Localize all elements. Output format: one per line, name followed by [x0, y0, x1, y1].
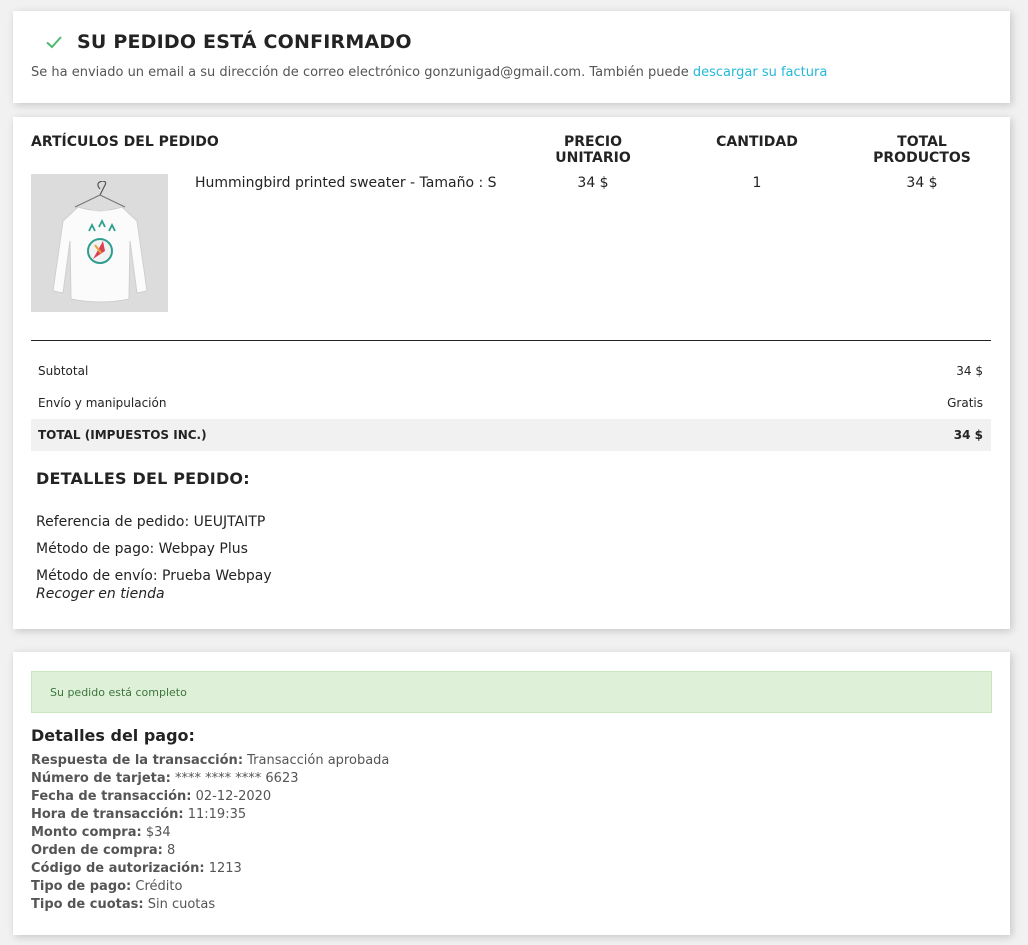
payment-field: Monto compra: $34: [31, 824, 389, 842]
product-thumbnail[interactable]: [31, 174, 168, 312]
payment-field-value: Crédito: [135, 879, 183, 894]
payment-method: Método de pago: Webpay Plus: [36, 541, 248, 557]
shipping-value: Gratis: [947, 396, 983, 410]
payment-field-label: Respuesta de la transacción:: [31, 753, 244, 768]
payment-field: Fecha de transacción: 02-12-2020: [31, 788, 389, 806]
table-divider: [31, 340, 991, 341]
check-icon: [46, 36, 62, 49]
payment-field-value: 8: [167, 843, 176, 858]
shipping-label: Envío y manipulación: [38, 396, 167, 410]
payment-field-value: 02-12-2020: [195, 789, 272, 804]
payment-field-label: Orden de compra:: [31, 843, 163, 858]
product-total: 34 $: [906, 175, 938, 191]
payment-field-value: 11:19:35: [187, 807, 247, 822]
payment-field-label: Fecha de transacción:: [31, 789, 192, 804]
confirmation-message-text: Se ha enviado un email a su dirección de…: [31, 65, 693, 80]
payment-field: Respuesta de la transacción: Transacción…: [31, 752, 389, 770]
shipping-row: Envío y manipulación Gratis: [31, 387, 991, 419]
payment-field: Orden de compra: 8: [31, 842, 389, 860]
payment-details-title: Detalles del pago:: [31, 726, 195, 745]
subtotal-row: Subtotal 34 $: [31, 355, 991, 387]
confirmation-header: SU PEDIDO ESTÁ CONFIRMADO: [44, 31, 412, 53]
confirmation-title: SU PEDIDO ESTÁ CONFIRMADO: [77, 31, 412, 53]
payment-field-label: Hora de transacción:: [31, 807, 184, 822]
payment-field-value: 1213: [208, 861, 242, 876]
product-name: Hummingbird printed sweater - Tamaño : S: [195, 175, 497, 191]
payment-field: Tipo de pago: Crédito: [31, 878, 389, 896]
shipping-method: Método de envío: Prueba Webpay: [36, 568, 272, 584]
subtotal-label: Subtotal: [38, 364, 89, 378]
payment-field: Tipo de cuotas: Sin cuotas: [31, 896, 389, 914]
payment-field-label: Código de autorización:: [31, 861, 205, 876]
payment-field-label: Monto compra:: [31, 825, 142, 840]
payment-field: Hora de transacción: 11:19:35: [31, 806, 389, 824]
header-total-products: TOTAL PRODUCTOS: [873, 134, 971, 166]
product-unit-price: 34 $: [577, 175, 609, 191]
payment-field-label: Tipo de cuotas:: [31, 897, 144, 912]
total-label: TOTAL (IMPUESTOS INC.): [38, 428, 207, 442]
total-value: 34 $: [953, 428, 983, 442]
order-reference: Referencia de pedido: UEUJTAITP: [36, 514, 266, 530]
order-confirmation-card: SU PEDIDO ESTÁ CONFIRMADO Se ha enviado …: [13, 11, 1010, 103]
header-items: ARTÍCULOS DEL PEDIDO: [31, 134, 219, 150]
payment-details-card: Su pedido está completo Detalles del pag…: [13, 652, 1010, 935]
payment-field-value: Transacción aprobada: [247, 753, 390, 768]
header-quantity: CANTIDAD: [716, 134, 798, 150]
product-quantity: 1: [752, 175, 762, 191]
payment-details-list: Respuesta de la transacción: Transacción…: [31, 752, 389, 914]
payment-field: Número de tarjeta: **** **** **** 6623: [31, 770, 389, 788]
payment-field-value: Sin cuotas: [147, 897, 216, 912]
confirmation-message: Se ha enviado un email a su dirección de…: [31, 65, 827, 80]
payment-field-label: Número de tarjeta:: [31, 771, 171, 786]
payment-field-value: $34: [145, 825, 171, 840]
order-details-title: DETALLES DEL PEDIDO:: [36, 469, 250, 488]
subtotal-value: 34 $: [956, 364, 983, 378]
payment-field-label: Tipo de pago:: [31, 879, 132, 894]
download-invoice-link[interactable]: descargar su factura: [693, 65, 827, 80]
sweater-image: [51, 180, 148, 302]
order-items-card: ARTÍCULOS DEL PEDIDO PRECIO UNITARIO CAN…: [13, 117, 1010, 629]
header-unit-price: PRECIO UNITARIO: [555, 134, 631, 166]
shipping-pickup-note: Recoger en tienda: [36, 586, 165, 602]
payment-field: Código de autorización: 1213: [31, 860, 389, 878]
total-row: TOTAL (IMPUESTOS INC.) 34 $: [31, 419, 991, 451]
order-complete-alert: Su pedido está completo: [31, 671, 992, 713]
payment-field-value: **** **** **** 6623: [175, 771, 299, 786]
